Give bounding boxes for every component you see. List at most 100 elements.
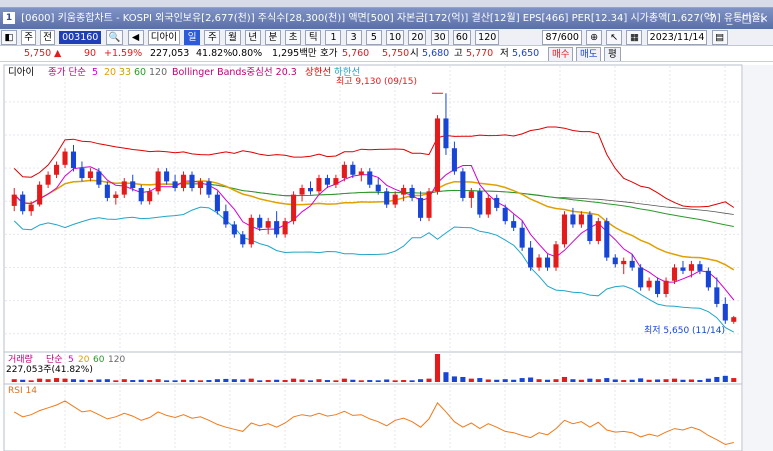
volume-bar xyxy=(197,380,204,382)
interval-20[interactable]: 20 xyxy=(408,29,427,45)
period-month[interactable]: 월 xyxy=(224,29,241,45)
volume-bar xyxy=(54,378,60,382)
volume-bar xyxy=(147,380,153,382)
candle-body xyxy=(375,184,381,192)
buy-button[interactable]: 매수 xyxy=(548,47,574,61)
search-icon[interactable]: 🔍 xyxy=(105,29,124,45)
volume-bar xyxy=(494,379,500,382)
candle-body xyxy=(299,188,305,195)
candle-body xyxy=(409,188,415,198)
volume-bar xyxy=(257,380,263,382)
volume-bar xyxy=(553,379,559,382)
volume-bar xyxy=(333,380,339,382)
interval-10[interactable]: 10 xyxy=(386,29,405,45)
volume-bar xyxy=(87,380,93,382)
rsi-title: RSI 14 xyxy=(8,386,37,396)
maximize-button[interactable]: □ xyxy=(740,8,754,29)
candle-body xyxy=(307,188,314,192)
prev-stock-icon[interactable]: ◀ xyxy=(127,29,144,45)
volume-bar xyxy=(172,380,178,382)
interval-3[interactable]: 3 xyxy=(345,29,362,45)
volume-bar xyxy=(528,377,534,382)
period-tick[interactable]: 틱 xyxy=(305,29,322,45)
grid-icon[interactable]: ▤ xyxy=(711,29,728,45)
market-select[interactable]: 주 xyxy=(21,29,36,45)
help-button[interactable]: ? xyxy=(705,8,719,29)
volume-bar xyxy=(451,376,457,382)
top-strip xyxy=(0,0,773,8)
all-select[interactable]: 전 xyxy=(40,29,55,45)
candle-body xyxy=(367,171,373,185)
volume-bar xyxy=(671,378,678,382)
up-arrow-icon: ▲ xyxy=(54,48,62,59)
candle-body xyxy=(282,221,288,235)
window-controls: ? _ □ × xyxy=(705,8,771,29)
legend-bb-upper: 상한선 xyxy=(305,67,331,78)
candle-body xyxy=(519,227,525,248)
candle-body xyxy=(587,214,593,241)
volume-bar xyxy=(722,375,728,382)
period-second[interactable]: 초 xyxy=(285,29,302,45)
volume-bar xyxy=(697,380,703,382)
volume-current: 227,053주(41.82%) xyxy=(6,364,93,375)
volume-title: 거래량 xyxy=(8,353,33,365)
candle-body xyxy=(680,267,686,271)
price-axis[interactable] xyxy=(743,65,773,451)
candle-body xyxy=(79,168,85,179)
interval-120[interactable]: 120 xyxy=(475,29,500,45)
candle-body xyxy=(544,257,551,268)
high-price: 5,770 xyxy=(466,48,494,59)
change-rate: +1.59% xyxy=(104,48,143,59)
candle-body xyxy=(11,194,17,206)
volume-bar xyxy=(113,380,119,382)
volume-ma60: 60 xyxy=(93,355,105,365)
candle-body xyxy=(155,171,161,192)
candle-body xyxy=(511,221,517,228)
candle-body xyxy=(570,214,576,225)
chart-canvas[interactable]: 디아이 종가 단순 5 20 33 60 120 Bollinger Bands… xyxy=(0,62,773,451)
volume-bar xyxy=(180,379,187,382)
volume-bar xyxy=(646,379,652,382)
volume-bar xyxy=(663,379,669,382)
interval-60[interactable]: 60 xyxy=(452,29,471,45)
stock-code-input[interactable]: 003160 xyxy=(59,30,102,44)
volume-bar xyxy=(688,379,694,382)
period-year[interactable]: 년 xyxy=(244,29,261,45)
candle-body xyxy=(130,181,136,188)
eval-button[interactable]: 평 xyxy=(604,47,621,61)
candle-body xyxy=(104,184,110,198)
volume-bar xyxy=(11,379,17,382)
low-price: 5,650 xyxy=(512,48,540,59)
close-button[interactable]: × xyxy=(757,8,771,29)
cursor-icon[interactable]: ↖ xyxy=(606,29,623,45)
legend-ma33: 33 xyxy=(119,67,131,78)
settings-icon[interactable]: ◧ xyxy=(1,29,17,45)
sell-button[interactable]: 매도 xyxy=(576,47,602,61)
volume-bar xyxy=(638,378,644,382)
legend-ma120: 120 xyxy=(149,67,167,78)
candle-body xyxy=(358,171,364,175)
volume-bar xyxy=(629,379,635,382)
volume-bar xyxy=(460,376,466,382)
candle-body xyxy=(45,174,51,185)
volume-bar xyxy=(401,380,407,382)
period-week[interactable]: 주 xyxy=(204,29,221,45)
date-field[interactable]: 2023/11/14 xyxy=(646,29,708,45)
minimize-button[interactable]: _ xyxy=(723,8,737,29)
candle-body xyxy=(206,181,212,195)
zoom-icon[interactable]: ⊕ xyxy=(586,29,603,45)
volume-bar xyxy=(62,378,68,382)
interval-30[interactable]: 30 xyxy=(430,29,449,45)
candle-body xyxy=(731,317,737,322)
data-count-field[interactable]: 87/600 xyxy=(542,29,582,45)
calendar-icon[interactable]: ▦ xyxy=(626,29,643,45)
candle-body xyxy=(485,197,491,215)
interval-1[interactable]: 1 xyxy=(325,29,342,45)
window-number-icon: 1 xyxy=(3,12,15,24)
interval-5[interactable]: 5 xyxy=(365,29,382,45)
stock-name-field[interactable]: 디아이 xyxy=(147,29,180,45)
period-minute[interactable]: 분 xyxy=(264,29,281,45)
open-label: 시 xyxy=(410,48,419,59)
price-change: 90 xyxy=(84,48,97,59)
period-day[interactable]: 일 xyxy=(184,29,201,45)
